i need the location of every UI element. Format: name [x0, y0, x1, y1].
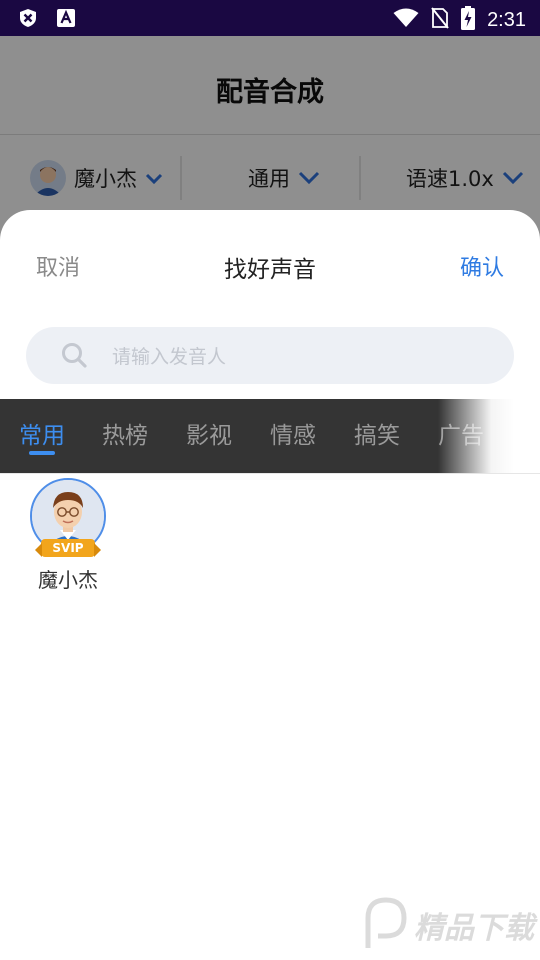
voice-item[interactable]: SVIP 魔小杰: [26, 478, 110, 594]
tab-film[interactable]: 影视: [186, 416, 232, 450]
text-a-icon: [56, 8, 76, 32]
tab-ads[interactable]: 广告: [438, 416, 484, 450]
search-input[interactable]: [110, 327, 494, 386]
no-sim-icon: [431, 7, 449, 33]
confirm-button[interactable]: 确认: [460, 250, 504, 282]
sheet-header: 取消 找好声音 确认: [0, 250, 540, 290]
search-icon: [60, 341, 88, 373]
voice-picker-sheet: 取消 找好声音 确认 常用 热榜 影视 情感 搞笑 广告: [0, 210, 540, 960]
watermark: 精品下载: [360, 896, 534, 954]
search-box[interactable]: [26, 327, 514, 386]
status-bar: 2:31: [0, 0, 540, 36]
app-notification-icon: [18, 8, 38, 32]
tab-common[interactable]: 常用: [19, 416, 65, 450]
category-tabs: 常用 热榜 影视 情感 搞笑 广告: [0, 399, 514, 473]
cancel-button[interactable]: 取消: [36, 250, 80, 282]
divider: [0, 473, 540, 474]
active-tab-indicator: [29, 451, 55, 455]
tab-hot[interactable]: 热榜: [102, 416, 148, 450]
watermark-text: 精品下载: [414, 911, 534, 946]
tab-funny[interactable]: 搞笑: [354, 416, 400, 450]
svip-badge: SVIP: [35, 539, 101, 557]
wifi-icon: [393, 8, 419, 32]
clock: 2:31: [487, 8, 526, 31]
watermark-logo-icon: [360, 896, 408, 954]
battery-charging-icon: [461, 6, 476, 34]
voice-name: 魔小杰: [38, 568, 98, 592]
tab-emotion[interactable]: 情感: [270, 416, 316, 450]
